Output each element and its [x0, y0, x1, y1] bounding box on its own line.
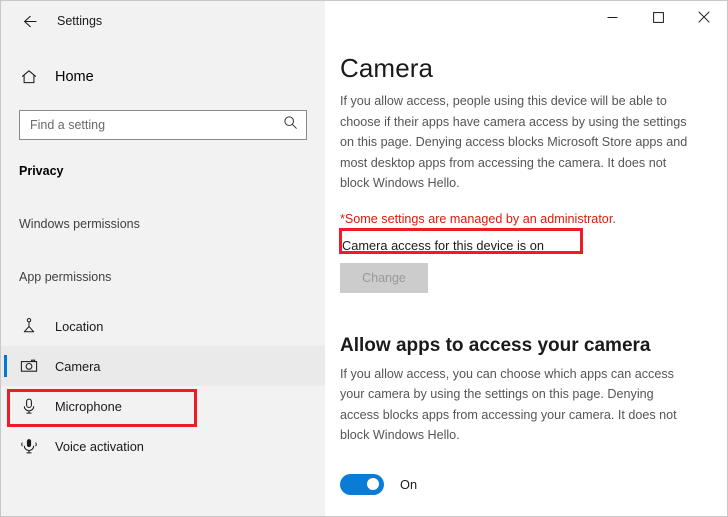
close-icon — [698, 11, 710, 23]
voice-activation-icon — [19, 436, 39, 456]
sidebar-item-camera[interactable]: Camera — [1, 346, 325, 386]
sidebar-nav-list: Location Camera Microphone Voice activat… — [1, 306, 325, 466]
microphone-icon — [19, 396, 39, 416]
camera-icon — [19, 356, 39, 376]
apps-section-description: If you allow access, you can choose whic… — [340, 366, 677, 443]
title-bar: Settings — [1, 1, 727, 41]
sidebar-item-camera-label: Camera — [55, 358, 101, 374]
maximize-icon — [652, 11, 664, 23]
sidebar-item-voice-activation-label: Voice activation — [55, 438, 144, 454]
sidebar-item-microphone[interactable]: Microphone — [1, 386, 325, 426]
apps-access-toggle[interactable] — [340, 473, 384, 495]
close-button[interactable] — [681, 1, 727, 33]
sidebar-item-location-label: Location — [55, 318, 104, 334]
search-icon — [283, 115, 298, 135]
toggle-knob — [367, 478, 379, 490]
maximize-button[interactable] — [635, 1, 681, 33]
back-button[interactable] — [7, 5, 51, 37]
sidebar-section-title: Privacy — [19, 164, 64, 178]
sidebar-item-home-label: Home — [55, 69, 94, 85]
apps-section-heading: Allow apps to access your camera — [340, 334, 651, 356]
location-icon — [19, 316, 39, 336]
minimize-button[interactable] — [589, 1, 635, 33]
page-description: If you allow access, people using this d… — [340, 94, 688, 190]
sidebar: Home Privacy Windows permissions App per… — [1, 41, 325, 516]
sidebar-item-home[interactable]: Home — [1, 61, 325, 93]
sidebar-group-app-permissions: App permissions — [19, 270, 112, 284]
search-box[interactable] — [19, 110, 307, 140]
sidebar-item-microphone-label: Microphone — [55, 398, 122, 414]
window-controls — [325, 1, 727, 41]
home-icon — [19, 67, 39, 87]
main-content: Camera If you allow access, people using… — [326, 41, 727, 516]
title-bar-left: Settings — [1, 1, 325, 41]
admin-managed-note: *Some settings are managed by an adminis… — [340, 211, 616, 226]
page-title: Camera — [340, 53, 434, 83]
sidebar-group-windows-permissions: Windows permissions — [19, 217, 140, 231]
back-arrow-icon — [23, 15, 37, 27]
apps-access-toggle-label: On — [400, 476, 418, 492]
change-button[interactable]: Change — [340, 262, 428, 293]
sidebar-item-location[interactable]: Location — [1, 306, 325, 346]
minimize-icon — [607, 16, 617, 18]
search-input[interactable] — [30, 118, 283, 132]
settings-window: Settings Home Find a setting Privacy Win… — [0, 0, 728, 517]
apps-access-toggle-row: On — [340, 473, 727, 495]
app-title: Settings — [57, 14, 103, 28]
sidebar-item-voice-activation[interactable]: Voice activation — [1, 426, 325, 466]
device-access-status: Camera access for this device is on — [342, 237, 544, 253]
